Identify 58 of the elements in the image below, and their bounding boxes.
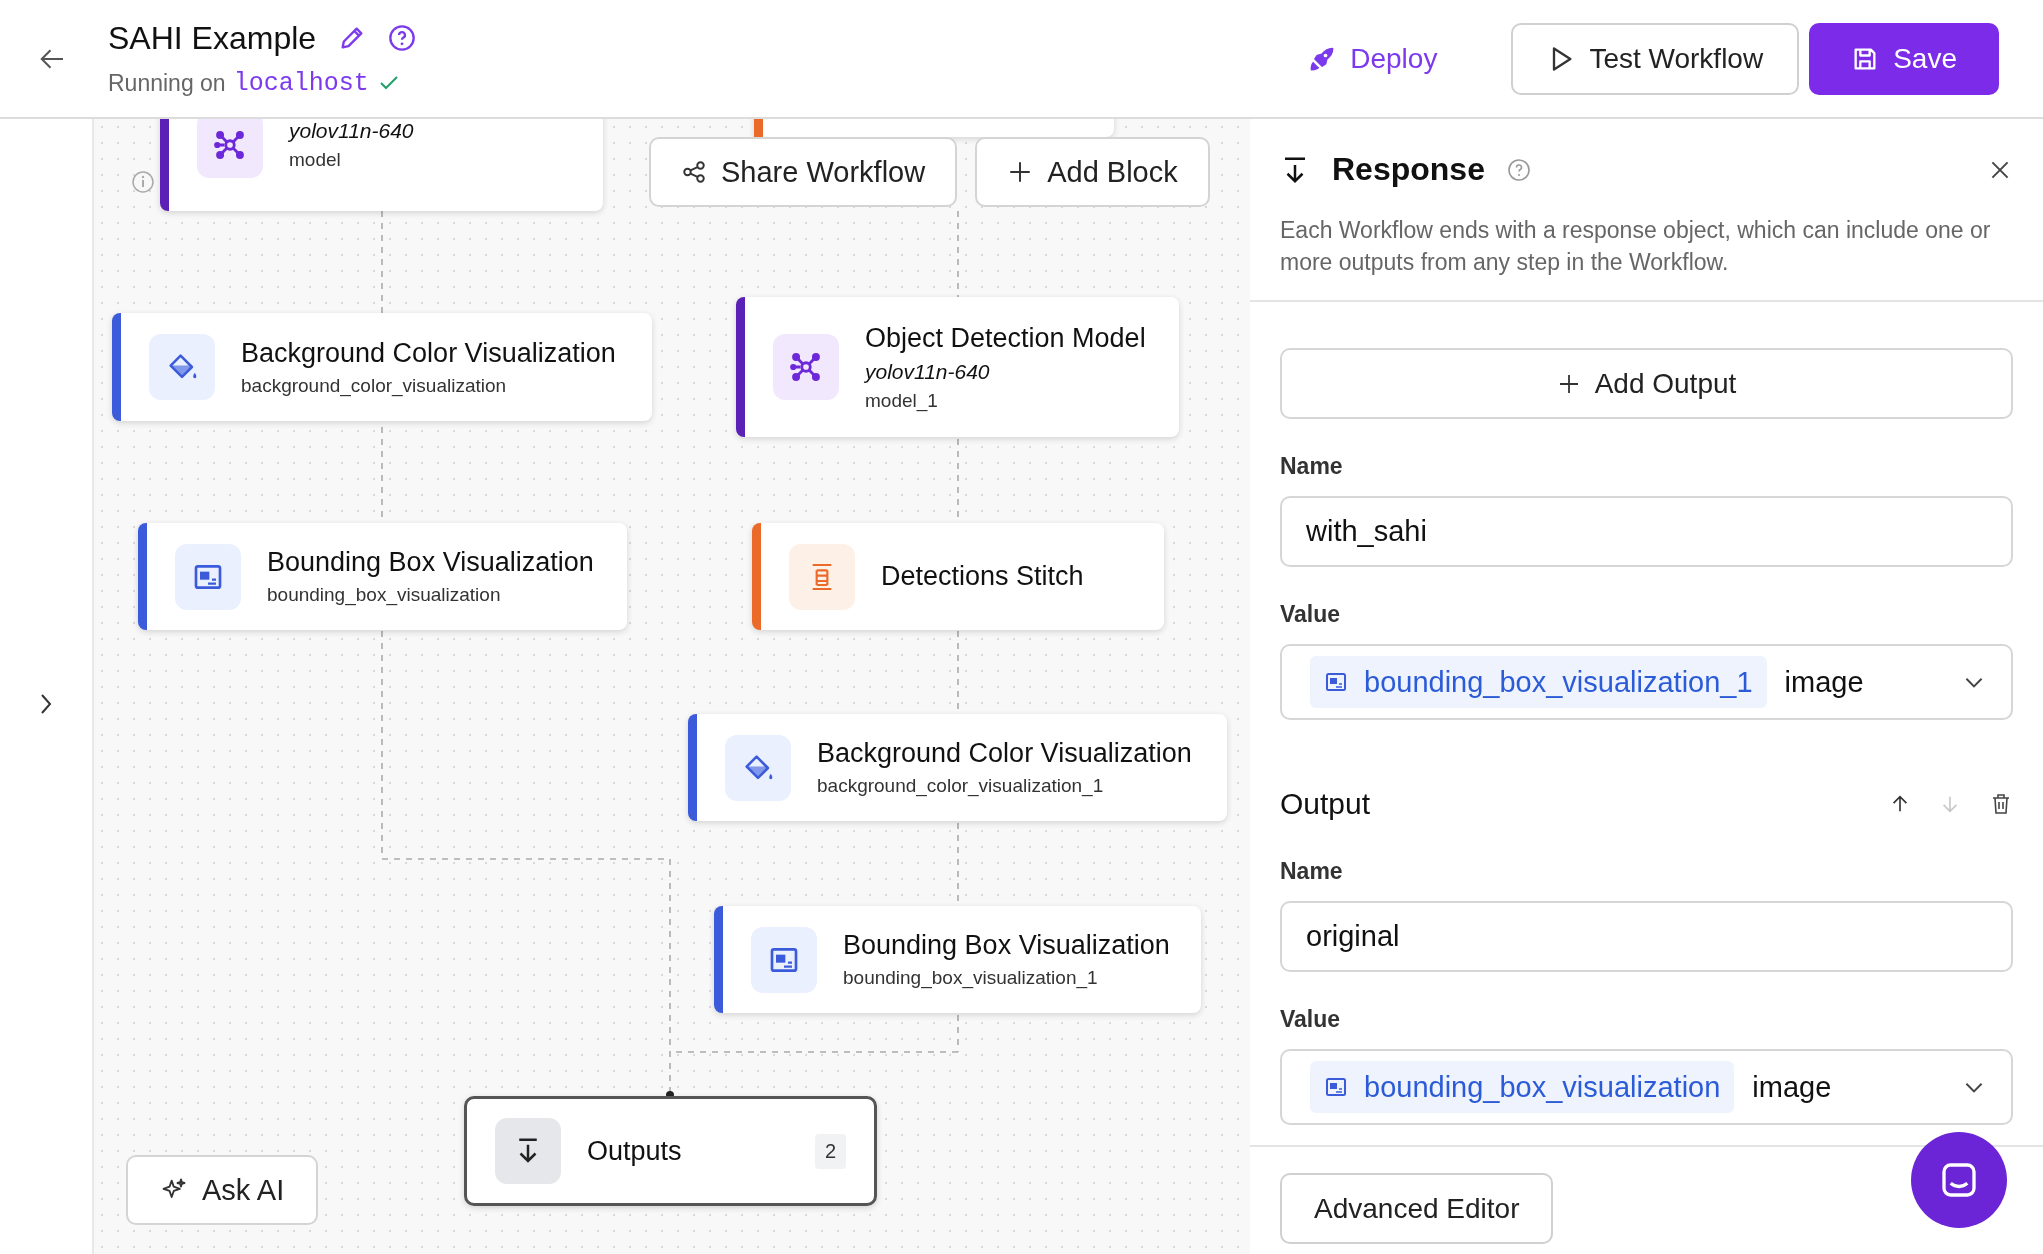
field-label: Value (1280, 601, 1342, 628)
workflow-node[interactable]: Bounding Box Visualization bounding_box_visualization_1 (714, 906, 1201, 1013)
node-label: bounding_box_visualization (267, 584, 502, 606)
share-icon (681, 159, 707, 185)
name-field[interactable]: with_sahi (1280, 496, 2013, 567)
workflow-node[interactable]: Background Color Visualization background_color_visualization (112, 313, 652, 421)
ask-ai-button[interactable]: Ask AI (126, 1155, 319, 1225)
node-label: model (289, 149, 342, 171)
node-title: Background Color Visualization (817, 738, 1192, 769)
node-title: Bounding Box Visualization (843, 930, 1170, 961)
panel-title: Response (1332, 151, 1485, 188)
workflow-node[interactable]: Object Detection Model yolov11n-640 model_1 (736, 297, 1179, 437)
share-workflow-button[interactable]: Share Workflow (649, 137, 958, 207)
image-icon (1324, 670, 1348, 694)
node-label: model_1 (865, 389, 939, 412)
node-title: Detections Stitch (881, 561, 1084, 592)
value-select[interactable]: bounding_box_visualization image (1280, 1049, 2013, 1125)
panel-description: Each Workflow ends with a response object, which can include one or more outputs from any step in the Workflow. (1280, 216, 1992, 277)
network-icon (213, 128, 247, 162)
node-title: Bounding Box Visualization (267, 547, 594, 578)
add-output-button[interactable]: Add Output (1280, 348, 2013, 419)
status-text: Running on (108, 69, 226, 97)
advanced-editor-button[interactable]: Advanced Editor (1280, 1173, 1554, 1244)
node-label: background_color_visualization_1 (817, 775, 1105, 797)
node-label: background_color_visualization (241, 374, 508, 397)
value-type: image (1784, 665, 1864, 699)
reference-chip: bounding_box_visualization_1 (1310, 656, 1767, 708)
count-badge: 2 (814, 1133, 846, 1169)
section-heading: Output (1280, 787, 1371, 821)
network-icon (789, 350, 823, 384)
image-icon (1324, 1075, 1348, 1099)
workflow-node[interactable]: Background Color Visualization background_color_visualization_1 (688, 714, 1227, 821)
field-label: Name (1280, 858, 1344, 885)
workflow-title: SAHI Example (108, 19, 317, 57)
field-label: Name (1280, 453, 1344, 480)
save-button[interactable]: Save (1809, 22, 1999, 95)
help-icon[interactable] (1506, 157, 1531, 182)
workflow-node[interactable]: Bounding Box Visualization bounding_box_visualization (138, 523, 627, 630)
add-block-button[interactable]: Add Block (975, 137, 1210, 207)
workflow-node[interactable]: yolov11n-640 model (160, 119, 603, 211)
test-workflow-button[interactable]: Test Workflow (1511, 22, 1800, 95)
node-title: Outputs (587, 1135, 682, 1167)
value-select[interactable]: bounding_box_visualization_1 image (1280, 644, 2013, 720)
host-name: localhost (233, 68, 369, 98)
node-title: Object Detection Model (865, 322, 1146, 354)
field-label: Value (1280, 1006, 1342, 1033)
model-id: yolov11n-640 (289, 119, 414, 143)
node-title: Background Color Visualization (241, 337, 616, 369)
help-icon[interactable] (388, 24, 417, 52)
chat-icon (1939, 1160, 1979, 1200)
node-label: bounding_box_visualization_1 (843, 967, 1099, 989)
reference-chip: bounding_box_visualization (1310, 1061, 1735, 1113)
outputs-node[interactable]: Outputs 2 (464, 1096, 877, 1206)
model-id: yolov11n-640 (865, 359, 991, 384)
value-type: image (1752, 1070, 1832, 1104)
name-field[interactable]: original (1280, 901, 2013, 972)
deploy-button[interactable]: Deploy (1276, 22, 1470, 95)
workflow-node[interactable]: Detections Stitch (752, 523, 1164, 630)
